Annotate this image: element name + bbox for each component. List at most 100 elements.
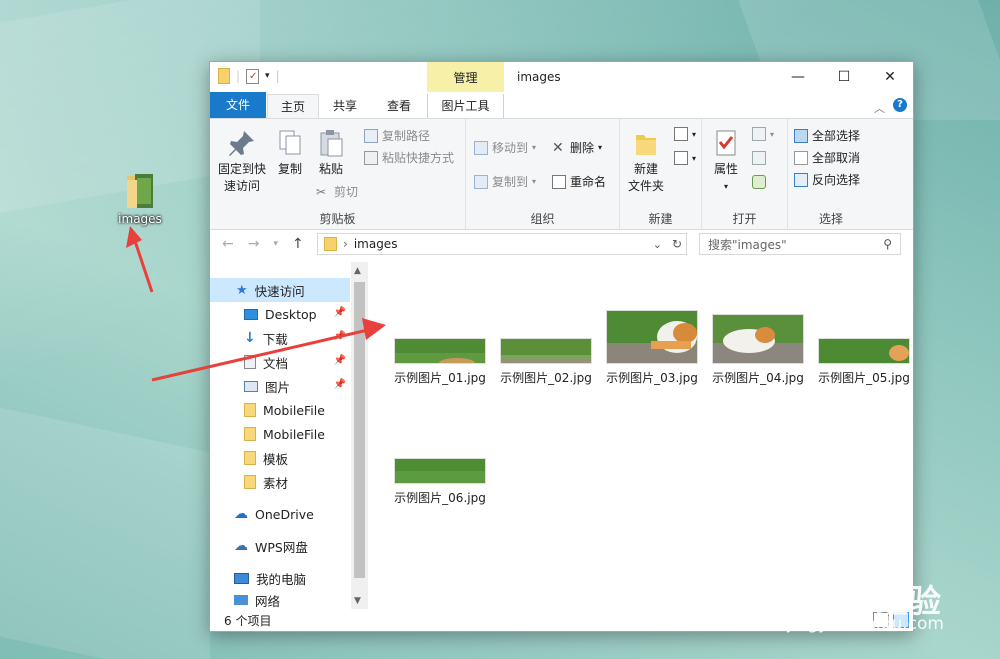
nav-item-materials[interactable]: 素材 — [210, 470, 350, 494]
manage-context-tab[interactable]: 管理 — [427, 62, 504, 92]
paste-shortcut-button[interactable]: 粘贴快捷方式 — [364, 149, 454, 166]
properties-icon[interactable]: ✓ — [246, 68, 260, 84]
select-group-label: 选择 — [818, 212, 843, 226]
search-box[interactable]: 搜索"images" ⚲ — [699, 233, 901, 255]
file-list: 示例图片_01.jpg 示例图片_02.jpg 示例图片_03.jpg 示例图片… — [370, 258, 913, 610]
title-bar: | ✓ ▾ | 管理 images — ☐ ✕ — [210, 62, 913, 92]
properties-button[interactable]: 属性 ▾ — [706, 127, 746, 195]
move-to-button[interactable]: 移动到 ▾ — [474, 139, 536, 156]
scroll-up-icon[interactable]: ▲ — [354, 266, 361, 276]
baidu-watermark-url: jingyan.baidu.com — [787, 614, 944, 634]
copy-path-icon — [364, 128, 378, 143]
nav-quick-access[interactable]: ★ 快速访问 — [210, 278, 350, 302]
new-item-button[interactable]: ▾ — [674, 127, 696, 141]
paste-button[interactable]: 粘贴 — [314, 127, 348, 178]
open-button[interactable]: ▾ — [752, 127, 774, 141]
organize-group-label: 组织 — [530, 212, 555, 226]
easy-access-button[interactable]: ▾ — [674, 151, 696, 165]
open-icon — [752, 127, 766, 141]
new-group: 新建 文件夹 ▾ ▾ 新建 — [620, 119, 702, 231]
search-icon[interactable]: ⚲ — [883, 237, 892, 251]
tab-file[interactable]: 文件 — [210, 92, 266, 118]
back-arrow-icon[interactable]: ← — [222, 236, 234, 252]
thumbnail — [500, 338, 592, 364]
delete-button[interactable]: ✕ 删除 ▾ — [552, 139, 602, 156]
nav-this-pc[interactable]: 我的电脑 — [210, 566, 350, 590]
breadcrumb-current[interactable]: images — [354, 237, 398, 251]
scroll-thumb[interactable] — [354, 282, 365, 578]
download-arrow-icon: ↓ — [244, 330, 256, 346]
file-item-04[interactable]: 示例图片_04.jpg — [708, 314, 808, 386]
edit-button[interactable] — [752, 151, 766, 165]
refresh-icon[interactable]: ↻ — [672, 237, 682, 251]
tab-share[interactable]: 共享 — [325, 94, 365, 118]
file-explorer-window: | ✓ ▾ | 管理 images — ☐ ✕ 文件 主页 共享 查看 图片工具… — [209, 61, 914, 632]
nav-item-desktop[interactable]: Desktop 📌 — [210, 302, 350, 326]
move-to-label: 移动到 — [492, 141, 529, 155]
file-name: 示例图片_02.jpg — [500, 371, 592, 385]
move-to-icon — [474, 140, 488, 155]
nav-item-documents[interactable]: 文档 📌 — [210, 350, 350, 374]
copy-icon — [274, 127, 306, 159]
file-item-01[interactable]: 示例图片_01.jpg — [390, 338, 490, 386]
nav-item-templates[interactable]: 模板 — [210, 446, 350, 470]
file-name: 示例图片_03.jpg — [606, 371, 698, 385]
file-item-03[interactable]: 示例图片_03.jpg — [602, 310, 702, 386]
nav-wps-drive[interactable]: ☁ WPS网盘 — [210, 534, 350, 558]
copy-path-button[interactable]: 复制路径 — [364, 127, 430, 144]
scroll-down-icon[interactable]: ▼ — [354, 596, 361, 606]
minimize-button[interactable]: — — [775, 62, 821, 92]
tab-home[interactable]: 主页 — [267, 94, 319, 119]
cut-button[interactable]: ✂ 剪切 — [316, 183, 358, 200]
nav-network[interactable]: 网络 — [210, 590, 350, 610]
file-item-06[interactable]: 示例图片_06.jpg — [390, 458, 490, 506]
network-icon — [234, 595, 248, 605]
nav-item-label: 下载 — [262, 331, 288, 347]
nav-item-mobilefile-2[interactable]: MobileFile — [210, 422, 350, 446]
delete-label: 删除 — [570, 141, 595, 155]
folder-icon — [125, 170, 155, 210]
edit-icon — [752, 151, 766, 165]
address-dropdown-icon[interactable]: ⌄ — [653, 238, 662, 251]
tab-picture-tools[interactable]: 图片工具 — [427, 94, 504, 118]
nav-item-label: MobileFile — [263, 426, 325, 442]
nav-wps-label: WPS网盘 — [255, 539, 308, 555]
select-none-button[interactable]: 全部取消 — [794, 149, 860, 166]
new-folder-button[interactable]: 新建 文件夹 — [622, 127, 670, 195]
file-item-02[interactable]: 示例图片_02.jpg — [496, 338, 596, 386]
address-bar[interactable]: › images ⌄ ↻ — [317, 233, 687, 255]
star-icon: ★ — [236, 282, 248, 298]
invert-selection-icon — [794, 172, 808, 187]
nav-item-downloads[interactable]: ↓ 下载 📌 — [210, 326, 350, 350]
open-group: 属性 ▾ ▾ 打开 — [702, 119, 788, 231]
rename-button[interactable]: 重命名 — [552, 173, 606, 190]
recent-dropdown-icon[interactable]: ▾ — [273, 236, 278, 252]
forward-arrow-icon[interactable]: → — [248, 236, 260, 252]
copy-button[interactable]: 复制 — [274, 127, 306, 178]
nav-scrollbar[interactable]: ▲ ▼ — [351, 262, 368, 610]
up-arrow-icon[interactable]: ↑ — [292, 236, 304, 252]
file-item-05[interactable]: 示例图片_05.jpg — [814, 338, 914, 386]
nav-onedrive[interactable]: ☁ OneDrive — [210, 502, 350, 526]
desktop-folder-images[interactable]: images — [114, 170, 166, 226]
select-all-button[interactable]: 全部选择 — [794, 127, 860, 144]
invert-selection-button[interactable]: 反向选择 — [794, 171, 860, 188]
invert-selection-label: 反向选择 — [812, 173, 861, 187]
history-button[interactable] — [752, 175, 766, 189]
collapse-ribbon-icon[interactable]: ︿ — [874, 100, 885, 116]
copy-to-button[interactable]: 复制到 ▾ — [474, 173, 536, 190]
nav-item-mobilefile-1[interactable]: MobileFile — [210, 398, 350, 422]
maximize-button[interactable]: ☐ — [821, 62, 867, 92]
help-icon[interactable]: ? — [893, 98, 907, 112]
nav-item-pictures[interactable]: 图片 📌 — [210, 374, 350, 398]
close-button[interactable]: ✕ — [867, 62, 913, 92]
tab-view[interactable]: 查看 — [378, 94, 420, 118]
copy-to-icon — [474, 174, 488, 189]
pin-icon: 📌 — [333, 331, 346, 342]
search-placeholder: 搜索"images" — [708, 237, 787, 252]
dropdown-arrow-icon[interactable]: ▾ — [265, 71, 270, 81]
pin-quick-access-button[interactable]: 固定到快 速访问 — [216, 127, 268, 195]
folder-icon — [244, 427, 256, 441]
select-none-icon — [794, 150, 808, 165]
rename-label: 重命名 — [570, 175, 607, 189]
